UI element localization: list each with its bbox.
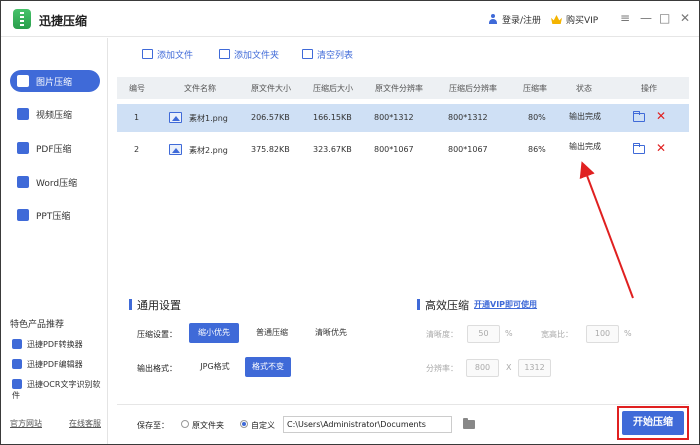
annotation-line	[579, 161, 634, 299]
annotation-arrow	[579, 161, 634, 299]
